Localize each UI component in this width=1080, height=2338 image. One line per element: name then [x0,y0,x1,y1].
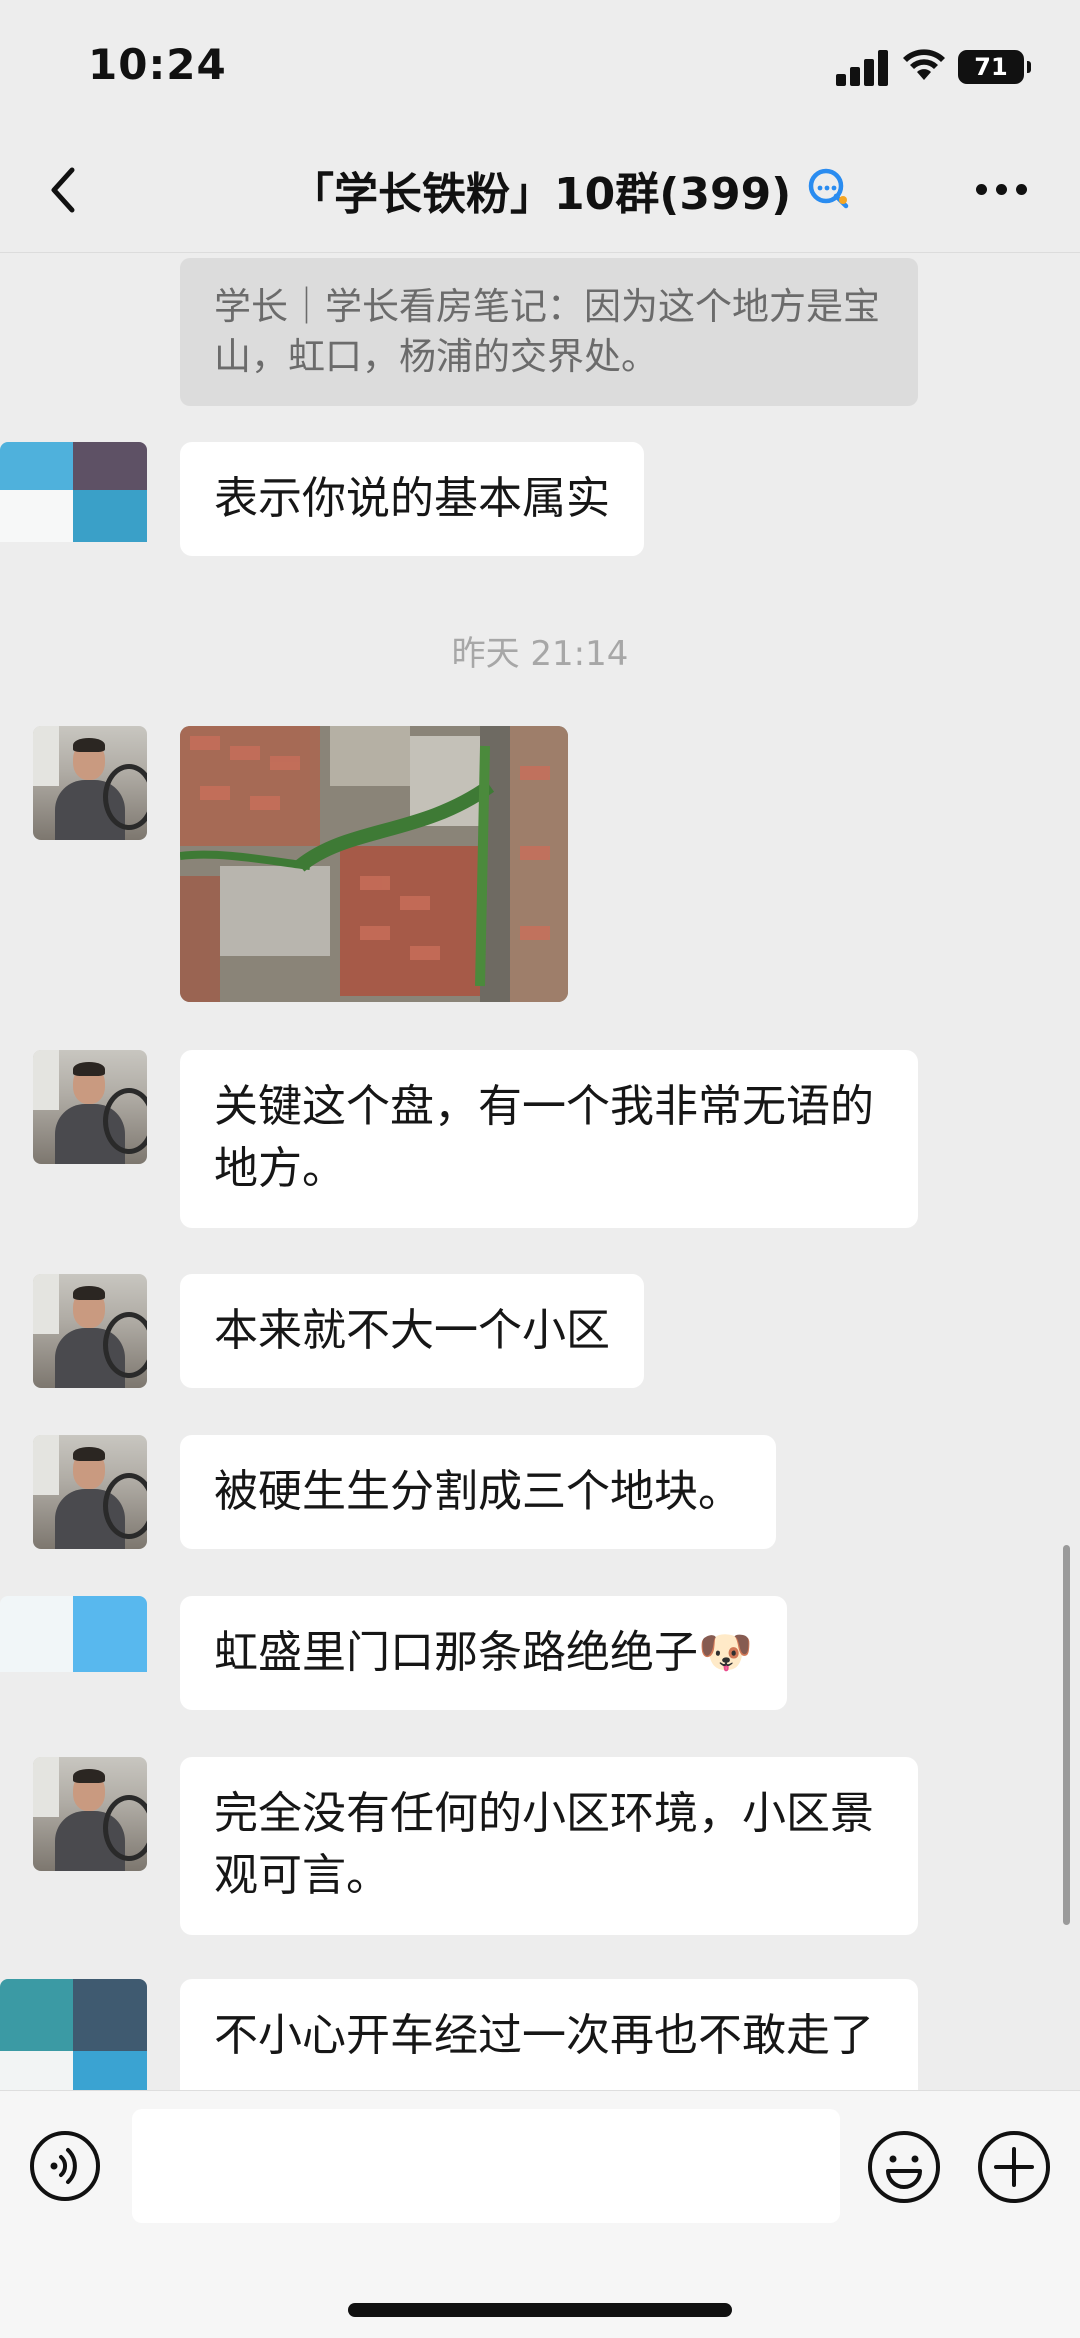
avatar[interactable] [33,1274,147,1388]
voice-input-button[interactable] [28,2129,102,2203]
scrollbar[interactable] [1063,1545,1070,1925]
input-bar [0,2090,1080,2338]
message-bubble[interactable]: 虹盛里门口那条路绝绝子🐶 [180,1596,787,1710]
avatar[interactable] [0,1596,147,1710]
home-indicator [348,2303,732,2317]
message-bubble[interactable]: 本来就不大一个小区 [180,1274,644,1388]
avatar[interactable] [0,1979,147,2090]
message-bubble[interactable]: 不小心开车经过一次再也不敢走了 [180,1979,918,2090]
avatar[interactable] [33,1050,147,1164]
cellular-signal-icon [836,50,890,86]
more-options-button[interactable] [972,170,1032,210]
chat-header: 「学长铁粉」10群(399) [0,130,1080,253]
avatar[interactable] [0,442,147,556]
aerial-map-image[interactable] [180,726,568,1002]
message-bubble[interactable]: 表示你说的基本属实 [180,442,644,556]
group-chat-badge-icon[interactable] [806,166,852,212]
chat-title: 「学长铁粉」10群(399) [290,169,792,220]
avatar[interactable] [33,726,147,840]
doge-emoji-icon: 🐶 [698,1627,753,1678]
quoted-message[interactable]: 学长｜学长看房笔记：因为这个地方是宝山，虹口，杨浦的交界处。 [180,258,918,406]
message-input[interactable] [132,2109,840,2223]
message-list[interactable]: 学长｜学长看房笔记：因为这个地方是宝山，虹口，杨浦的交界处。 表示你说的基本属实… [0,252,1080,2090]
back-button[interactable] [36,160,96,220]
message-text: 虹盛里门口那条路绝绝子 [214,1627,698,1678]
status-time: 10:24 [88,40,227,89]
message-bubble[interactable]: 完全没有任何的小区环境，小区景观可言。 [180,1757,918,1935]
avatar[interactable] [33,1757,147,1871]
wifi-icon [903,49,945,80]
message-bubble[interactable]: 关键这个盘，有一个我非常无语的地方。 [180,1050,918,1228]
status-bar: 10:24 71 [0,0,1080,130]
emoji-button[interactable] [866,2129,942,2205]
avatar[interactable] [33,1435,147,1549]
add-attachment-button[interactable] [976,2129,1052,2205]
message-bubble[interactable]: 被硬生生分割成三个地块。 [180,1435,776,1549]
battery-icon: 71 [958,50,1031,84]
message-timestamp: 昨天 21:14 [451,634,629,674]
